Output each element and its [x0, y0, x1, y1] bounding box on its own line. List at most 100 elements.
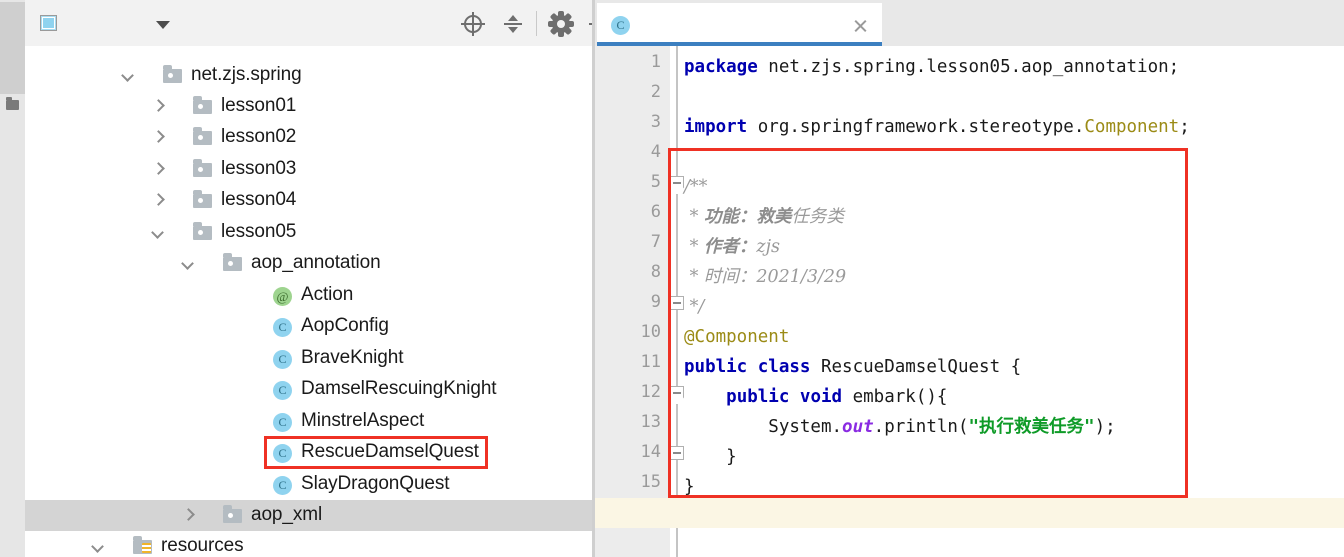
locate-icon[interactable]: [460, 11, 486, 37]
collapse-all-icon[interactable]: [500, 11, 526, 37]
tree-item-lesson02[interactable]: lesson02: [25, 122, 595, 153]
tree-item-label: AopConfig: [301, 315, 389, 336]
tool-window-tab-project[interactable]: [0, 2, 26, 94]
tree-item-slaydragonquest[interactable]: C SlayDragonQuest: [25, 469, 595, 500]
line-number: 10: [640, 322, 661, 342]
chevron-down-icon[interactable]: [156, 21, 170, 29]
line-number: 8: [650, 262, 661, 282]
code-token: RescueDamselQuest {: [810, 357, 1022, 377]
code-token: out: [842, 417, 874, 437]
code-token: 时间：: [703, 267, 757, 287]
code-token: 任务类: [791, 207, 844, 227]
project-panel-header: [25, 0, 610, 47]
chevron-right-icon[interactable]: [153, 132, 165, 144]
code-line: }: [684, 442, 737, 472]
java-class-icon: C: [273, 350, 292, 369]
tree-item-label: lesson04: [221, 189, 297, 210]
code-token: @Component: [684, 327, 790, 347]
chevron-right-icon[interactable]: [153, 101, 165, 113]
chevron-down-icon[interactable]: [123, 70, 135, 82]
folder-icon: [223, 253, 242, 271]
code-folding-column[interactable]: [670, 46, 684, 557]
code-token: "执行救美任务": [968, 417, 1095, 437]
fold-marker-method[interactable]: [670, 386, 684, 405]
line-number: 9: [650, 292, 661, 312]
fold-marker-javadoc-end[interactable]: [670, 296, 684, 310]
tree-item-aopconfig[interactable]: C AopConfig: [25, 311, 595, 342]
chevron-down-icon[interactable]: [153, 227, 165, 239]
fold-marker-javadoc[interactable]: [670, 176, 684, 195]
tool-window-strip: [0, 0, 26, 557]
toolbar-divider: [536, 11, 537, 36]
folder-icon: [193, 190, 212, 208]
line-number: 15: [640, 472, 661, 492]
line-number: 3: [650, 112, 661, 132]
code-token: *: [684, 207, 704, 227]
tree-item-label: Action: [301, 284, 354, 305]
line-number: 12: [640, 382, 661, 402]
tree-item-lesson04[interactable]: lesson04: [25, 185, 595, 216]
code-token: *: [684, 237, 704, 257]
tree-item-label: aop_xml: [251, 504, 323, 525]
annotation-class-icon: @: [273, 287, 292, 306]
tree-item-lesson01[interactable]: lesson01: [25, 91, 595, 122]
tree-item-aop_annotation[interactable]: aop_annotation: [25, 248, 595, 279]
chevron-right-icon[interactable]: [153, 164, 165, 176]
code-token: */: [684, 297, 705, 317]
code-token: *: [684, 267, 704, 287]
code-token: embark(){: [842, 387, 948, 407]
tree-item-minstrelaspect[interactable]: C MinstrelAspect: [25, 406, 595, 437]
tree-item-action[interactable]: @ Action: [25, 280, 595, 311]
chevron-down-icon[interactable]: [183, 258, 195, 270]
folder-icon[interactable]: [6, 97, 19, 110]
code-token: 作者：: [703, 237, 757, 257]
java-class-icon: C: [273, 476, 292, 495]
java-class-icon: C: [611, 16, 630, 35]
code-token: import: [684, 117, 748, 137]
code-line: package net.zjs.spring.lesson05.aop_anno…: [684, 52, 1179, 82]
project-tree[interactable]: net.zjs.spring lesson01 lesson02 lesson03 le…: [25, 46, 595, 557]
code-editor: C 12345678910111213141516 package net.zj…: [595, 0, 1344, 557]
tree-item-rescuedamselquest[interactable]: C RescueDamselQuest: [25, 437, 595, 468]
code-token: net.zjs.spring.lesson05.aop_annotation;: [757, 57, 1180, 77]
tree-item-net-zjs-spring[interactable]: net.zjs.spring: [25, 60, 595, 91]
chevron-right-icon[interactable]: [153, 195, 165, 207]
gear-icon[interactable]: [548, 11, 574, 37]
code-line: @Component: [684, 322, 789, 352]
code-line: import org.springframework.stereotype.Co…: [684, 112, 1190, 142]
tree-item-damselrescuingknight[interactable]: C DamselRescuingKnight: [25, 374, 595, 405]
tree-item-lesson05[interactable]: lesson05: [25, 217, 595, 248]
code-line: */: [684, 292, 705, 322]
line-number: 7: [650, 232, 661, 252]
code-token: Component: [1084, 117, 1180, 137]
fold-marker-method-end[interactable]: [670, 446, 684, 460]
project-view-icon: [40, 15, 57, 31]
chevron-down-icon[interactable]: [93, 541, 105, 553]
code-text-area[interactable]: package net.zjs.spring.lesson05.aop_anno…: [595, 46, 1344, 557]
chevron-right-icon[interactable]: [183, 510, 195, 522]
line-number: 13: [640, 412, 661, 432]
java-class-icon: C: [273, 318, 292, 337]
tree-item-label: DamselRescuingKnight: [301, 378, 497, 399]
tree-item-label: MinstrelAspect: [301, 410, 425, 431]
tree-item-lesson03[interactable]: lesson03: [25, 154, 595, 185]
line-number: 11: [640, 352, 661, 372]
code-token: 2021/3/29: [756, 267, 847, 287]
tree-item-resources[interactable]: resources: [25, 531, 595, 557]
editor-tab-rescuedamselquest[interactable]: C: [597, 3, 882, 46]
tree-item-label: BraveKnight: [301, 347, 404, 368]
editor-gutter[interactable]: 12345678910111213141516: [595, 46, 670, 557]
tree-item-braveknight[interactable]: C BraveKnight: [25, 343, 595, 374]
code-token: /**: [684, 177, 708, 197]
java-class-icon: C: [273, 413, 292, 432]
tree-item-label: SlayDragonQuest: [301, 473, 450, 494]
resources-folder-icon: [133, 536, 152, 554]
line-number: 14: [640, 442, 661, 462]
current-line-highlight: [595, 498, 1344, 528]
close-icon[interactable]: [853, 19, 867, 33]
tree-item-aop_xml[interactable]: aop_xml: [25, 500, 595, 531]
code-token: public: [684, 357, 748, 377]
tree-item-label: lesson01: [221, 95, 297, 116]
